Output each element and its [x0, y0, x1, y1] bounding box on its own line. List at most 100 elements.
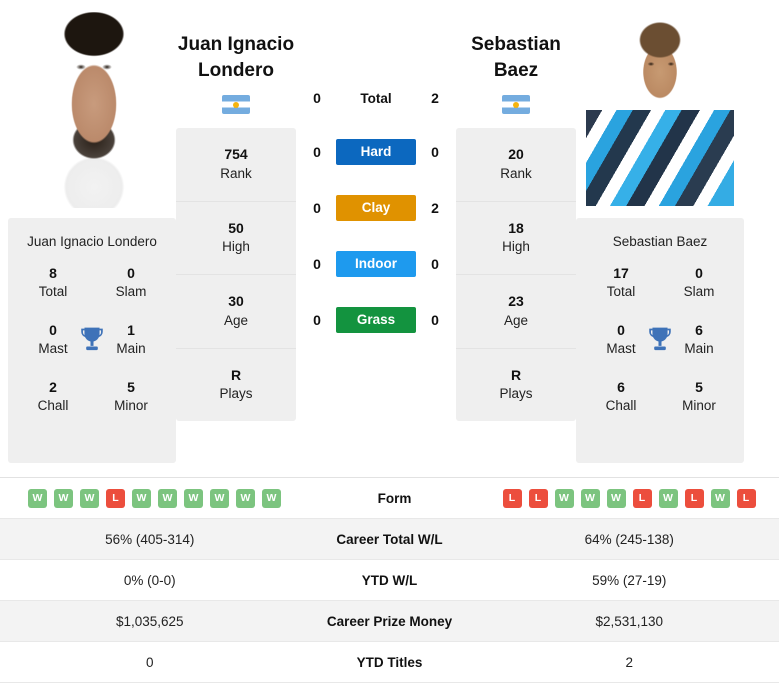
form-badge-l: L: [528, 488, 548, 508]
left-player-info-stack: 754 Rank 50 High 30 Age R Plays: [176, 128, 296, 422]
form-badge-w: W: [580, 488, 600, 508]
form-badge-l: L: [502, 488, 522, 508]
stats-row-form: WWWLWWWWWW Form LLWWWLWLWL: [0, 478, 779, 519]
left-info-high: 50 High: [176, 201, 296, 276]
right-career-prize-money: $2,531,130: [595, 613, 664, 629]
h2h-hard-right: 0: [431, 144, 439, 160]
form-badge-l: L: [736, 488, 756, 508]
right-player-titles-grid: 17 Total 0 Slam 0 Mast 6 Main 6 Chall 5 …: [582, 265, 738, 414]
right-titles-slam: 0 Slam: [683, 265, 715, 299]
form-badge-w: W: [54, 488, 73, 508]
left-info-age: 30 Age: [176, 275, 296, 349]
stats-label-career-prize-money: Career Prize Money: [326, 613, 453, 629]
h2h-row-hard: 0 Hard 0: [296, 124, 456, 180]
left-player-photo-column: Juan Ignacio Londero 8 Total 0 Slam 0 Ma…: [8, 10, 176, 463]
h2h-total-label: Total: [360, 90, 392, 106]
h2h-row-clay: 0 Clay 2: [296, 180, 456, 236]
right-titles-challenger: 6 Chall: [605, 379, 637, 413]
left-career-total-wl: 56% (405-314): [105, 531, 195, 547]
h2h-indoor-right: 0: [431, 256, 439, 272]
left-form-badges: WWWLWWWWWW: [28, 488, 281, 508]
stats-row-ytd-titles: 0 YTD Titles 2: [0, 642, 779, 683]
h2h-indoor-left: 0: [313, 256, 321, 272]
form-badge-w: W: [658, 488, 678, 508]
right-info-rank: 20 Rank: [456, 128, 576, 202]
form-badge-w: W: [158, 488, 177, 508]
right-player-name: Sebastian Baez: [471, 34, 561, 81]
h2h-indoor-label[interactable]: Indoor: [336, 251, 416, 277]
stats-label-ytd-wl: YTD W/L: [361, 572, 418, 588]
player-comparison-page: Juan Ignacio Londero 8 Total 0 Slam 0 Ma…: [0, 0, 779, 683]
h2h-hard-label[interactable]: Hard: [336, 139, 416, 165]
form-badge-w: W: [236, 488, 255, 508]
form-badge-l: L: [684, 488, 704, 508]
right-player-titles-card: Sebastian Baez 17 Total 0 Slam 0 Mast 6 …: [576, 218, 744, 463]
trophy-icon: [81, 327, 103, 350]
right-ytd-titles: 2: [625, 654, 633, 670]
stats-row-ytd-wl: 0% (0-0) YTD W/L 59% (27-19): [0, 560, 779, 601]
stats-label-form: Form: [377, 490, 412, 506]
h2h-hard-left: 0: [313, 144, 321, 160]
form-badge-w: W: [80, 488, 99, 508]
right-player-photo: [576, 10, 744, 210]
h2h-row-grass: 0 Grass 0: [296, 292, 456, 348]
right-info-high: 18 High: [456, 201, 576, 276]
form-badge-w: W: [210, 488, 229, 508]
left-player-name: Juan Ignacio Londero: [177, 34, 295, 81]
h2h-row-total: 0 Total 2: [296, 72, 456, 124]
stats-row-career-total-wl: 56% (405-314) Career Total W/L 64% (245-…: [0, 519, 779, 560]
right-titles-total: 17 Total: [606, 265, 636, 299]
stats-label-ytd-titles: YTD Titles: [356, 654, 423, 670]
left-ytd-wl: 0% (0-0): [123, 572, 176, 588]
right-ytd-wl: 59% (27-19): [592, 572, 667, 588]
h2h-row-indoor: 0 Indoor 0: [296, 236, 456, 292]
h2h-grass-left: 0: [313, 312, 321, 328]
right-player-card-name: Sebastian Baez: [612, 234, 708, 249]
h2h-clay-right: 2: [431, 200, 439, 216]
stats-label-career-total-wl: Career Total W/L: [336, 531, 443, 547]
form-badge-w: W: [28, 488, 47, 508]
form-badge-w: W: [184, 488, 203, 508]
left-career-prize-money: $1,035,625: [115, 613, 184, 629]
right-titles-minor: 5 Minor: [682, 379, 716, 413]
right-info-plays: R Plays: [456, 348, 576, 422]
left-player-card-name: Juan Ignacio Londero: [27, 234, 157, 249]
head-to-head-column: 0 Total 2 0 Hard 0 0 Clay 2 0 Indoor 0 0…: [296, 10, 456, 348]
left-info-plays: R Plays: [176, 348, 296, 422]
flag-argentina-icon: [502, 95, 530, 115]
form-badge-w: W: [262, 488, 281, 508]
right-info-age: 23 Age: [456, 275, 576, 349]
left-player-titles-grid: 8 Total 0 Slam 0 Mast 1 Main 2 Chall 5 M…: [14, 265, 170, 414]
flag-argentina-icon: [222, 95, 250, 115]
left-player-portrait-image: [27, 10, 157, 210]
left-player-info-column: Juan Ignacio Londero 754 Rank 50 High 30…: [176, 10, 296, 422]
comparison-stats-table: WWWLWWWWWW Form LLWWWLWLWL 56% (405-314)…: [0, 477, 779, 683]
form-badge-w: W: [606, 488, 626, 508]
left-titles-total: 8 Total: [38, 265, 68, 299]
h2h-clay-label[interactable]: Clay: [336, 195, 416, 221]
right-player-info-stack: 20 Rank 18 High 23 Age R Plays: [456, 128, 576, 422]
left-form-cell: WWWLWWWWWW: [0, 481, 305, 516]
form-badge-w: W: [132, 488, 151, 508]
left-player-titles-card: Juan Ignacio Londero 8 Total 0 Slam 0 Ma…: [8, 218, 176, 463]
form-badge-w: W: [554, 488, 574, 508]
h2h-total-left: 0: [313, 90, 321, 106]
h2h-grass-label[interactable]: Grass: [336, 307, 416, 333]
right-form-cell: LLWWWLWLWL: [485, 481, 779, 516]
comparison-header: Juan Ignacio Londero 8 Total 0 Slam 0 Ma…: [0, 0, 779, 463]
right-career-total-wl: 64% (245-138): [584, 531, 674, 547]
stats-row-career-prize-money: $1,035,625 Career Prize Money $2,531,130: [0, 601, 779, 642]
right-player-portrait-image: [576, 10, 744, 210]
left-ytd-titles: 0: [145, 654, 154, 670]
left-titles-minor: 5 Minor: [114, 379, 148, 413]
form-badge-l: L: [106, 488, 125, 508]
right-player-info-column: Sebastian Baez 20 Rank 18 High 23 Age R …: [456, 10, 576, 422]
h2h-grass-right: 0: [431, 312, 439, 328]
h2h-total-right: 2: [431, 90, 439, 106]
form-badge-w: W: [710, 488, 730, 508]
left-titles-challenger: 2 Chall: [37, 379, 69, 413]
h2h-clay-left: 0: [313, 200, 321, 216]
left-titles-slam: 0 Slam: [115, 265, 147, 299]
left-info-rank: 754 Rank: [176, 128, 296, 202]
left-player-photo: [8, 10, 176, 210]
